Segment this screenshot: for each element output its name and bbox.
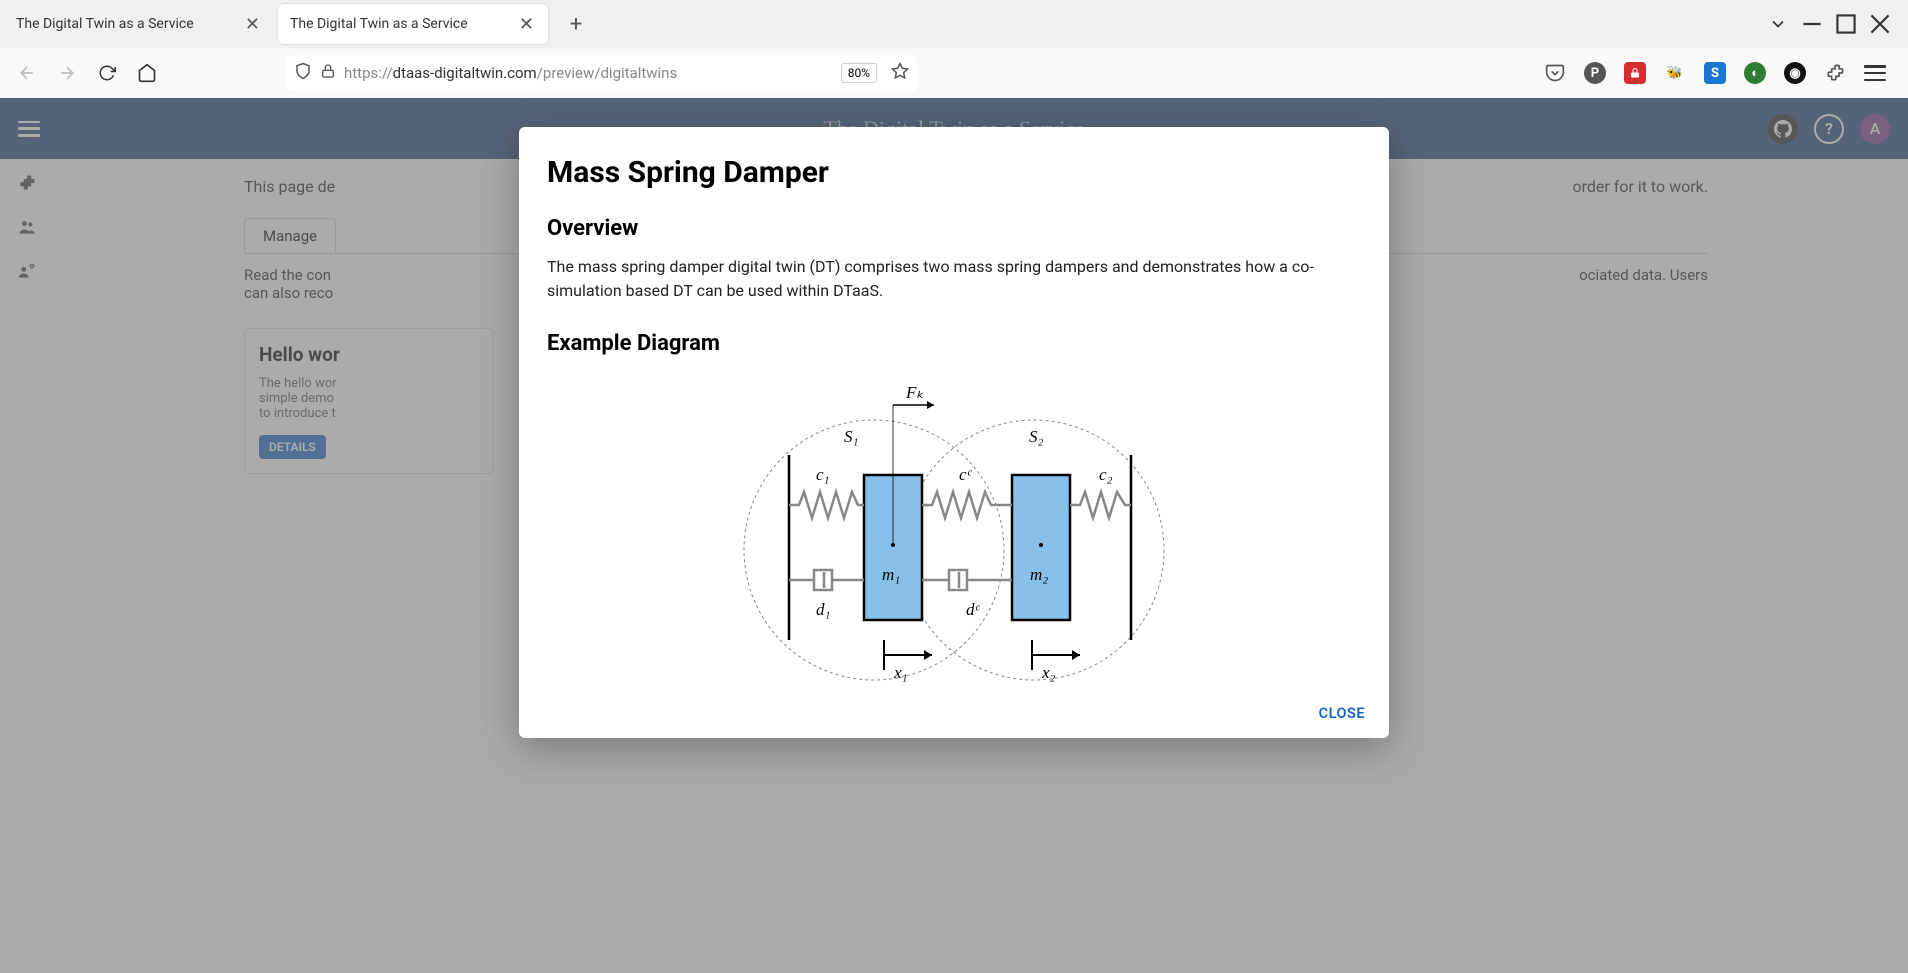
close-icon[interactable]: ✕: [243, 12, 262, 37]
window-controls: [1768, 14, 1904, 34]
modal-section-diagram: Example Diagram: [547, 331, 1361, 356]
maximize-icon[interactable]: [1836, 14, 1856, 34]
tab-title: The Digital Twin as a Service: [290, 16, 468, 32]
bookmark-icon[interactable]: [891, 62, 909, 84]
svg-text:Fₖ: Fₖ: [905, 383, 924, 402]
zoom-indicator[interactable]: 80%: [841, 63, 877, 83]
svg-text:d₁: d₁: [816, 600, 830, 619]
details-modal: Mass Spring Damper Overview The mass spr…: [519, 127, 1389, 738]
svg-text:x₁: x₁: [893, 663, 907, 682]
ext-p-icon[interactable]: P: [1584, 62, 1606, 84]
svg-text:c₁: c₁: [816, 465, 829, 484]
svg-text:m₂: m₂: [1030, 565, 1048, 584]
ext-green-icon[interactable]: ◐: [1744, 62, 1766, 84]
svg-text:dᶜ: dᶜ: [966, 600, 981, 619]
close-icon[interactable]: ✕: [517, 12, 536, 37]
pocket-icon[interactable]: [1544, 62, 1566, 84]
browser-menu-icon[interactable]: [1864, 65, 1886, 81]
minimize-icon[interactable]: [1802, 14, 1822, 34]
lock-icon[interactable]: [320, 63, 336, 83]
ext-ublock-icon[interactable]: [1624, 62, 1646, 84]
address-bar: https://dtaas-digitaltwin.com/preview/di…: [0, 48, 1908, 98]
ext-darkreader-icon[interactable]: ◉: [1784, 62, 1806, 84]
modal-overview-text: The mass spring damper digital twin (DT)…: [547, 255, 1361, 303]
browser-tab[interactable]: The Digital Twin as a Service ✕: [278, 4, 548, 44]
tab-title: The Digital Twin as a Service: [16, 16, 194, 32]
svg-text:S₁: S₁: [844, 427, 858, 446]
url-field[interactable]: https://dtaas-digitaltwin.com/preview/di…: [286, 55, 917, 91]
close-button[interactable]: CLOSE: [1319, 705, 1365, 722]
svg-text:S₂: S₂: [1029, 427, 1044, 446]
ext-s-icon[interactable]: S: [1704, 62, 1726, 84]
url-text: https://dtaas-digitaltwin.com/preview/di…: [344, 64, 833, 82]
new-tab-button[interactable]: +: [560, 8, 592, 40]
home-button[interactable]: [130, 56, 164, 90]
forward-button[interactable]: [50, 56, 84, 90]
mass-spring-damper-diagram: Fₖ S₁ S₂ c₁ cᶜ c₂ m₁ m₂ d₁ dᶜ x₁ x₂: [547, 370, 1361, 710]
svg-text:x₂: x₂: [1041, 663, 1056, 682]
browser-tab[interactable]: The Digital Twin as a Service ✕: [4, 4, 274, 44]
extension-icons: P 🐝 S ◐ ◉: [1544, 62, 1898, 84]
svg-text:m₁: m₁: [882, 565, 900, 584]
modal-title: Mass Spring Damper: [547, 155, 1361, 190]
close-window-icon[interactable]: [1870, 14, 1890, 34]
reload-button[interactable]: [90, 56, 124, 90]
back-button[interactable]: [10, 56, 44, 90]
modal-section-overview: Overview: [547, 216, 1361, 241]
browser-chrome: The Digital Twin as a Service ✕ The Digi…: [0, 0, 1908, 98]
svg-text:c₂: c₂: [1099, 465, 1113, 484]
ext-bee-icon[interactable]: 🐝: [1664, 62, 1686, 84]
tabs-dropdown-icon[interactable]: [1768, 14, 1788, 34]
tab-bar: The Digital Twin as a Service ✕ The Digi…: [0, 0, 1908, 48]
shield-icon[interactable]: [294, 62, 312, 84]
extensions-icon[interactable]: [1824, 62, 1846, 84]
svg-text:cᶜ: cᶜ: [959, 465, 973, 484]
